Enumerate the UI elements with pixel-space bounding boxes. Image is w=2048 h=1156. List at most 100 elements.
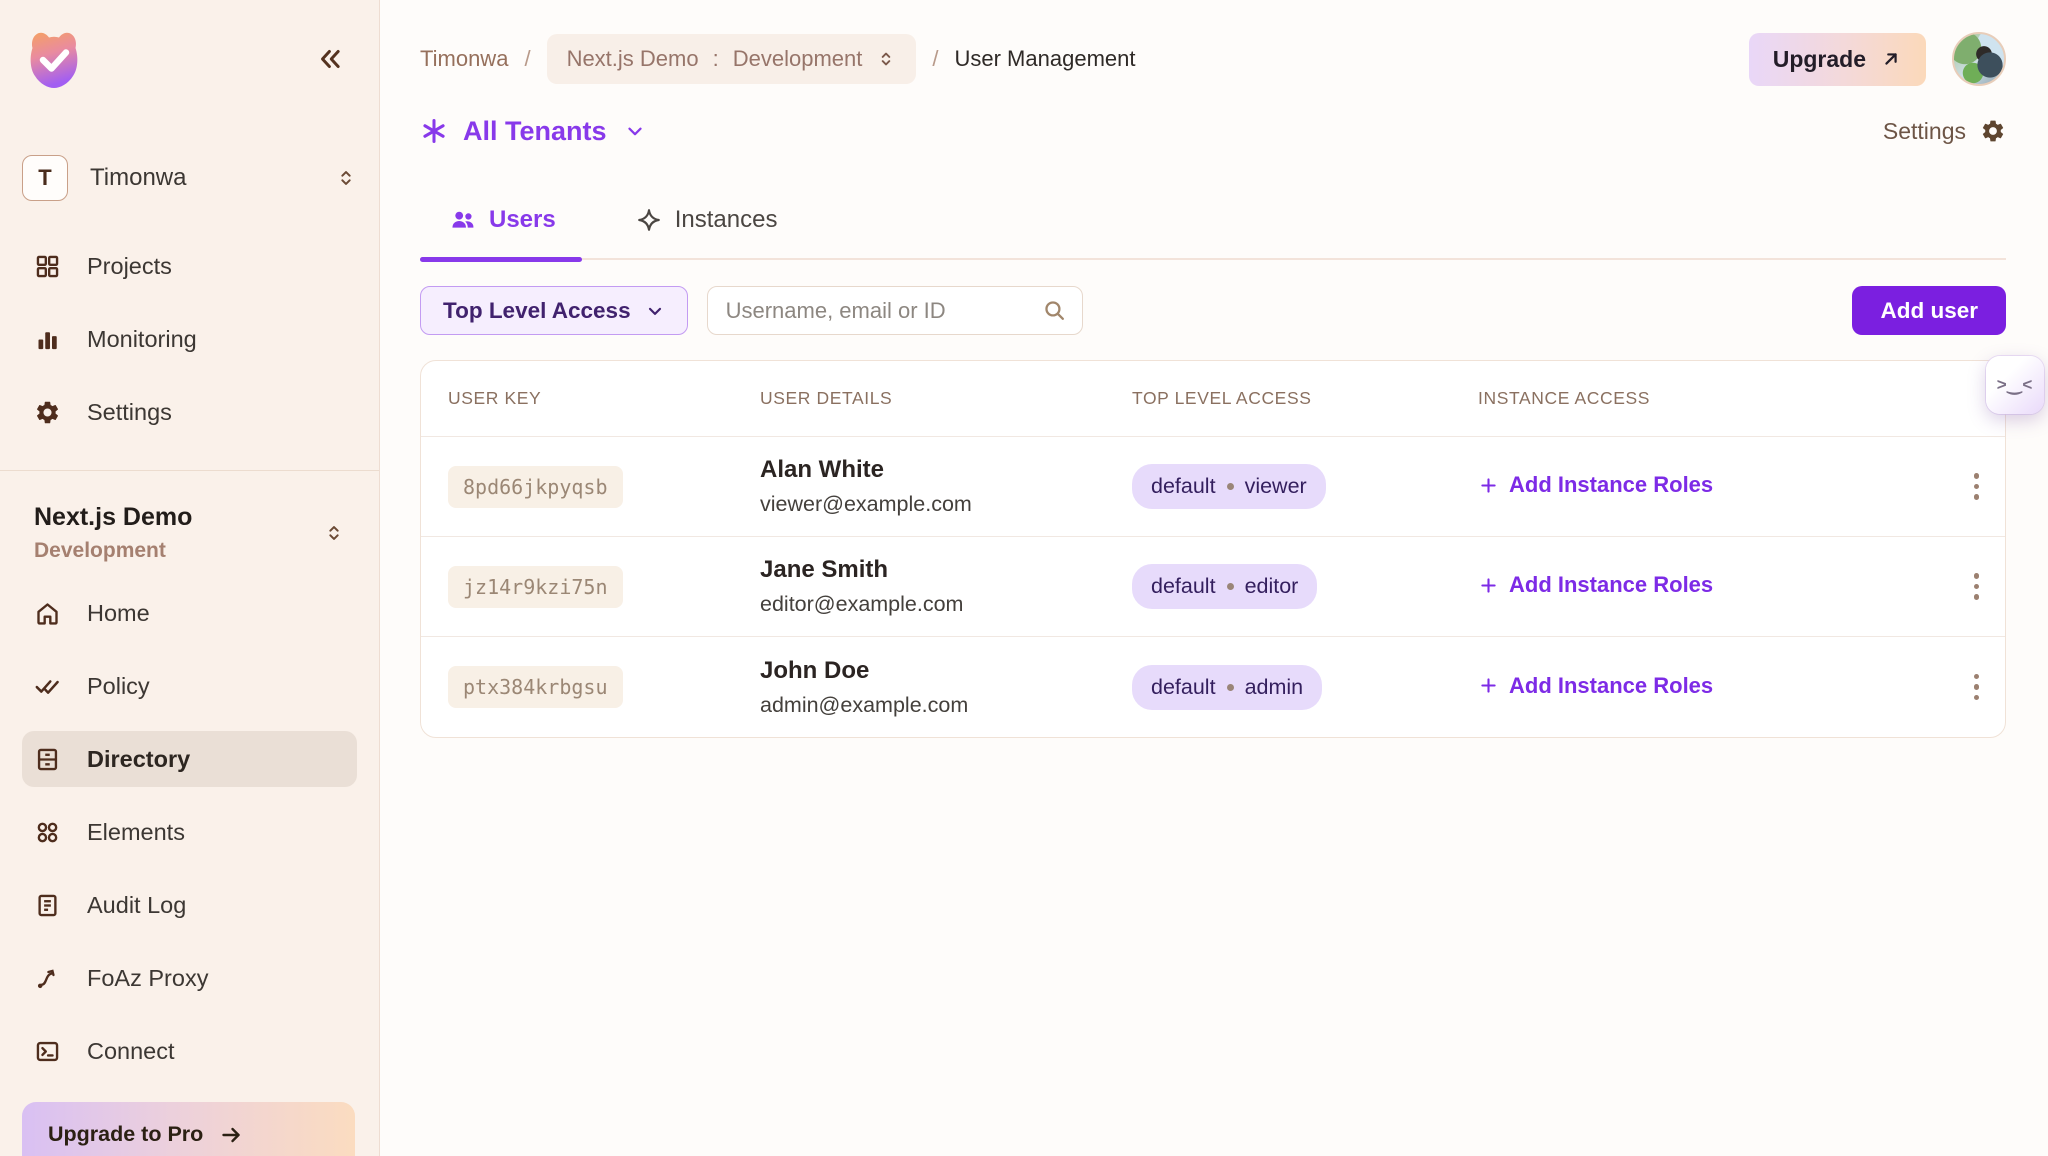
arrow-right-icon	[219, 1123, 243, 1147]
workspace-name: Timonwa	[90, 164, 335, 192]
dot-icon	[1227, 583, 1234, 590]
sidebar-item-label: FoAz Proxy	[87, 965, 208, 992]
user-key: jz14r9kzi75n	[448, 566, 623, 608]
badge-tenant: default	[1151, 474, 1216, 499]
document-icon	[34, 892, 61, 919]
environment-settings-link[interactable]: Settings	[1883, 118, 2006, 145]
search-input[interactable]	[707, 286, 1083, 335]
upgrade-to-pro-label: Upgrade to Pro	[48, 1122, 203, 1147]
workspace-selector[interactable]: T Timonwa	[22, 154, 357, 202]
unfold-icon	[323, 522, 345, 544]
table-header-row: USER KEY USER DETAILS TOP LEVEL ACCESS I…	[421, 361, 2005, 437]
breadcrumb-project: Next.js Demo	[567, 46, 699, 72]
plus-icon	[1478, 475, 1499, 496]
project-environment: Development	[34, 539, 323, 563]
tab-users[interactable]: Users	[420, 206, 582, 258]
sparkle-icon	[636, 207, 662, 233]
sidebar-item-label: Elements	[87, 819, 185, 846]
search-icon	[1042, 298, 1067, 323]
unfold-icon	[335, 167, 357, 189]
unfold-icon	[876, 49, 896, 69]
sidebar-item-home[interactable]: Home	[22, 585, 357, 641]
sidebar-item-foaz-proxy[interactable]: FoAz Proxy	[22, 950, 357, 1006]
column-header-instance-access: INSTANCE ACCESS	[1478, 388, 1921, 409]
terminal-icon	[34, 1038, 61, 1065]
sidebar-item-audit-log[interactable]: Audit Log	[22, 877, 357, 933]
sidebar-item-settings[interactable]: Settings	[22, 384, 357, 440]
breadcrumb-project-env-selector[interactable]: Next.js Demo : Development	[547, 34, 917, 84]
row-menu-button[interactable]	[1966, 465, 1988, 508]
upgrade-button[interactable]: Upgrade	[1749, 33, 1926, 86]
sidebar-item-policy[interactable]: Policy	[22, 658, 357, 714]
user-email: admin@example.com	[760, 693, 1132, 718]
badge-role: admin	[1245, 675, 1304, 700]
add-instance-roles-link[interactable]: Add Instance Roles	[1478, 673, 1713, 699]
chevron-down-icon	[624, 120, 646, 142]
badge-tenant: default	[1151, 574, 1216, 599]
plus-icon	[1478, 675, 1499, 696]
user-name: Alan White	[760, 456, 1132, 484]
tab-label: Users	[489, 206, 556, 234]
gear-icon	[34, 399, 61, 426]
sidebar-collapse-button[interactable]	[313, 42, 347, 76]
home-icon	[34, 600, 61, 627]
badge-role: viewer	[1245, 474, 1307, 499]
breadcrumb-separator: /	[524, 46, 530, 72]
table-row: jz14r9kzi75n Jane Smith editor@example.c…	[421, 537, 2005, 637]
feedback-widget-button[interactable]: >‿<	[1986, 356, 2044, 414]
toolbar: Top Level Access Add user	[420, 286, 2006, 335]
grid-icon	[34, 253, 61, 280]
sub-bar: All Tenants Settings	[420, 104, 2006, 158]
add-instance-roles-link[interactable]: Add Instance Roles	[1478, 472, 1713, 498]
sidebar-item-label: Projects	[87, 253, 172, 280]
permit-fox-logo	[22, 27, 86, 91]
double-check-icon	[34, 673, 61, 700]
project-environment-selector[interactable]: Next.js Demo Development	[22, 503, 357, 563]
dot-icon	[1227, 684, 1234, 691]
sidebar-item-directory[interactable]: Directory	[22, 731, 357, 787]
upgrade-label: Upgrade	[1773, 46, 1866, 73]
role-badge: default viewer	[1132, 464, 1326, 509]
tab-instances[interactable]: Instances	[606, 206, 804, 258]
chevron-down-icon	[645, 301, 665, 321]
breadcrumb-separator: /	[932, 46, 938, 72]
bar-chart-icon	[34, 326, 61, 353]
column-header-user-details: USER DETAILS	[760, 388, 1132, 409]
tenant-selector[interactable]: All Tenants	[420, 116, 646, 147]
sidebar-item-projects[interactable]: Projects	[22, 238, 357, 294]
add-instance-roles-link[interactable]: Add Instance Roles	[1478, 572, 1713, 598]
add-user-button[interactable]: Add user	[1852, 286, 2006, 335]
badge-role: editor	[1245, 574, 1299, 599]
user-key: ptx384krbgsu	[448, 666, 623, 708]
asterisk-icon	[420, 117, 448, 145]
gear-icon	[1980, 118, 2006, 144]
role-badge: defaultadmin	[1132, 665, 1322, 710]
sidebar-item-connect[interactable]: Connect	[22, 1023, 357, 1079]
top-level-access-filter[interactable]: Top Level Access	[420, 286, 688, 335]
sidebar-item-label: Audit Log	[87, 892, 186, 919]
user-avatar[interactable]	[1952, 32, 2006, 86]
tab-label: Instances	[675, 206, 778, 234]
user-email: viewer@example.com	[760, 492, 1132, 517]
breadcrumb-page: User Management	[955, 46, 1136, 72]
column-header-top-level-access: TOP LEVEL ACCESS	[1132, 388, 1478, 409]
main-content: Timonwa / Next.js Demo : Development / U…	[380, 0, 2048, 1156]
breadcrumb-org[interactable]: Timonwa	[420, 46, 508, 72]
project-nav: Home Policy Directory Elements Audit Log…	[22, 585, 357, 1079]
app-window: T Timonwa Projects Monitoring Settings	[0, 0, 2048, 1156]
row-menu-button[interactable]	[1966, 565, 1988, 608]
route-icon	[34, 965, 61, 992]
users-icon	[450, 207, 476, 233]
sidebar: T Timonwa Projects Monitoring Settings	[0, 0, 380, 1156]
sidebar-item-monitoring[interactable]: Monitoring	[22, 311, 357, 367]
cabinet-icon	[34, 746, 61, 773]
top-bar: Timonwa / Next.js Demo : Development / U…	[420, 30, 2006, 88]
user-email: editor@example.com	[760, 592, 1132, 617]
row-menu-button[interactable]	[1966, 666, 1988, 709]
sidebar-item-label: Policy	[87, 673, 150, 700]
upgrade-to-pro-banner[interactable]: Upgrade to Pro	[22, 1102, 355, 1156]
user-name: Jane Smith	[760, 556, 1132, 584]
tenant-selector-label: All Tenants	[463, 116, 607, 147]
sidebar-divider	[0, 470, 379, 471]
sidebar-item-elements[interactable]: Elements	[22, 804, 357, 860]
